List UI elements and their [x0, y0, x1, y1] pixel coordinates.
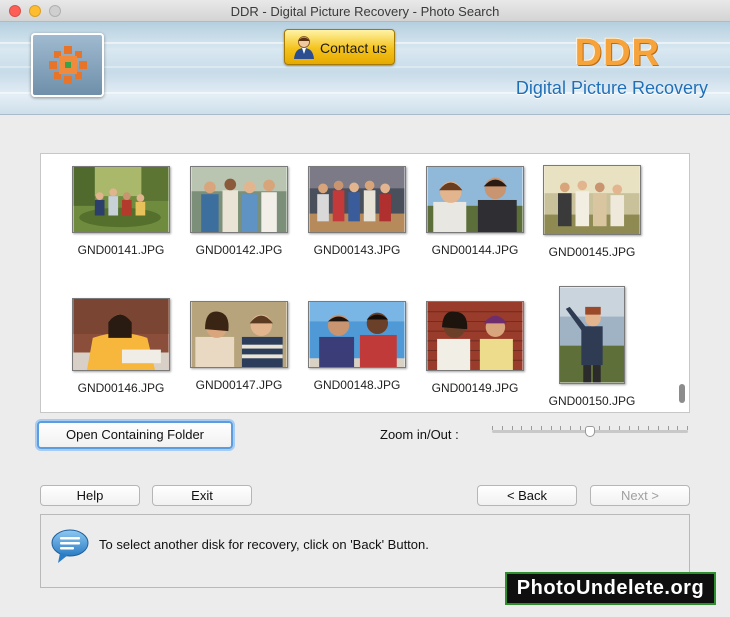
watermark-badge: PhotoUndelete.org [505, 572, 716, 605]
exit-button[interactable]: Exit [152, 485, 252, 506]
photo-filename: GND00145.JPG [548, 245, 636, 259]
zoom-slider[interactable] [492, 423, 688, 439]
zoom-slider-tick [560, 426, 561, 430]
next-button[interactable]: Next > [590, 485, 690, 506]
zoom-slider-tick [521, 426, 522, 430]
gallery-item[interactable]: GND00150.JPG [533, 286, 651, 408]
photo-filename: GND00146.JPG [77, 381, 165, 395]
photo-filename: GND00141.JPG [77, 243, 165, 257]
open-containing-folder-button[interactable]: Open Containing Folder [37, 421, 233, 449]
photo-filename: GND00148.JPG [313, 378, 401, 392]
photo-thumbnail [426, 301, 524, 371]
zoom-slider-tick [492, 426, 493, 430]
photo-thumbnail [426, 166, 524, 233]
gallery-item[interactable]: GND00143.JPG [298, 166, 416, 257]
app-header: Contact us DDR Digital Picture Recovery [0, 22, 730, 115]
zoom-slider-knob[interactable] [585, 426, 595, 437]
photo-thumbnail [559, 286, 625, 384]
contact-us-button[interactable]: Contact us [284, 29, 395, 65]
zoom-slider-tick [531, 426, 532, 430]
photo-filename: GND00142.JPG [195, 243, 283, 257]
photo-filename: GND00144.JPG [431, 243, 519, 257]
photo-thumbnail [190, 301, 288, 368]
help-button[interactable]: Help [40, 485, 140, 506]
photo-thumbnail [72, 298, 170, 371]
window-title: DDR - Digital Picture Recovery - Photo S… [230, 4, 500, 19]
gallery-item[interactable]: GND00144.JPG [416, 166, 534, 257]
window-titlebar: DDR - Digital Picture Recovery - Photo S… [0, 0, 730, 22]
gallery-item[interactable]: GND00146.JPG [62, 298, 180, 395]
photo-filename: GND00147.JPG [195, 378, 283, 392]
zoom-slider-tick [580, 426, 581, 430]
zoom-slider-tick [609, 426, 610, 430]
photo-thumbnail [308, 301, 406, 368]
zoom-slider-tick [619, 426, 620, 430]
photo-thumbnail [308, 166, 406, 233]
brand-name: DDR [574, 32, 660, 74]
zoom-slider-tick [638, 426, 639, 430]
zoom-label: Zoom in/Out : [380, 427, 459, 442]
zoom-slider-tick [668, 426, 669, 430]
gallery-scrollbar[interactable] [676, 155, 688, 411]
gallery-item[interactable]: GND00147.JPG [180, 301, 298, 392]
zoom-slider-tick [570, 426, 571, 430]
photo-thumbnail [543, 165, 641, 235]
photo-gallery[interactable]: GND00141.JPG GND00142.JPG GND00143.JPG G… [40, 153, 690, 413]
speech-bubble-icon [51, 529, 89, 563]
photo-filename: GND00143.JPG [313, 243, 401, 257]
zoom-slider-tick [648, 426, 649, 430]
info-message: To select another disk for recovery, cli… [99, 537, 429, 552]
zoom-slider-tick [687, 426, 688, 430]
gallery-item[interactable]: GND00148.JPG [298, 301, 416, 392]
photo-thumbnail [72, 166, 170, 233]
photo-filename: GND00149.JPG [431, 381, 519, 395]
gallery-scrollbar-thumb[interactable] [679, 384, 685, 403]
gallery-item[interactable]: GND00141.JPG [62, 166, 180, 257]
brand-subtitle: Digital Picture Recovery [515, 78, 708, 98]
back-button[interactable]: < Back [477, 485, 577, 506]
gallery-item[interactable]: GND00149.JPG [416, 301, 534, 395]
gallery-item[interactable]: GND00142.JPG [180, 166, 298, 257]
app-logo [31, 33, 104, 97]
zoom-slider-tick [677, 426, 678, 430]
zoom-slider-tick [658, 426, 659, 430]
zoom-slider-tick [541, 426, 542, 430]
contact-us-label: Contact us [320, 40, 387, 56]
app-logo-icon [49, 46, 87, 84]
zoom-slider-tick [512, 426, 513, 430]
zoom-slider-tick [629, 426, 630, 430]
photo-filename: GND00150.JPG [548, 394, 636, 408]
zoom-slider-tick [599, 426, 600, 430]
photo-thumbnail [190, 166, 288, 233]
zoom-slider-tick [502, 426, 503, 430]
support-person-icon [294, 36, 314, 59]
gallery-item[interactable]: GND00145.JPG [533, 165, 651, 259]
zoom-slider-tick [551, 426, 552, 430]
